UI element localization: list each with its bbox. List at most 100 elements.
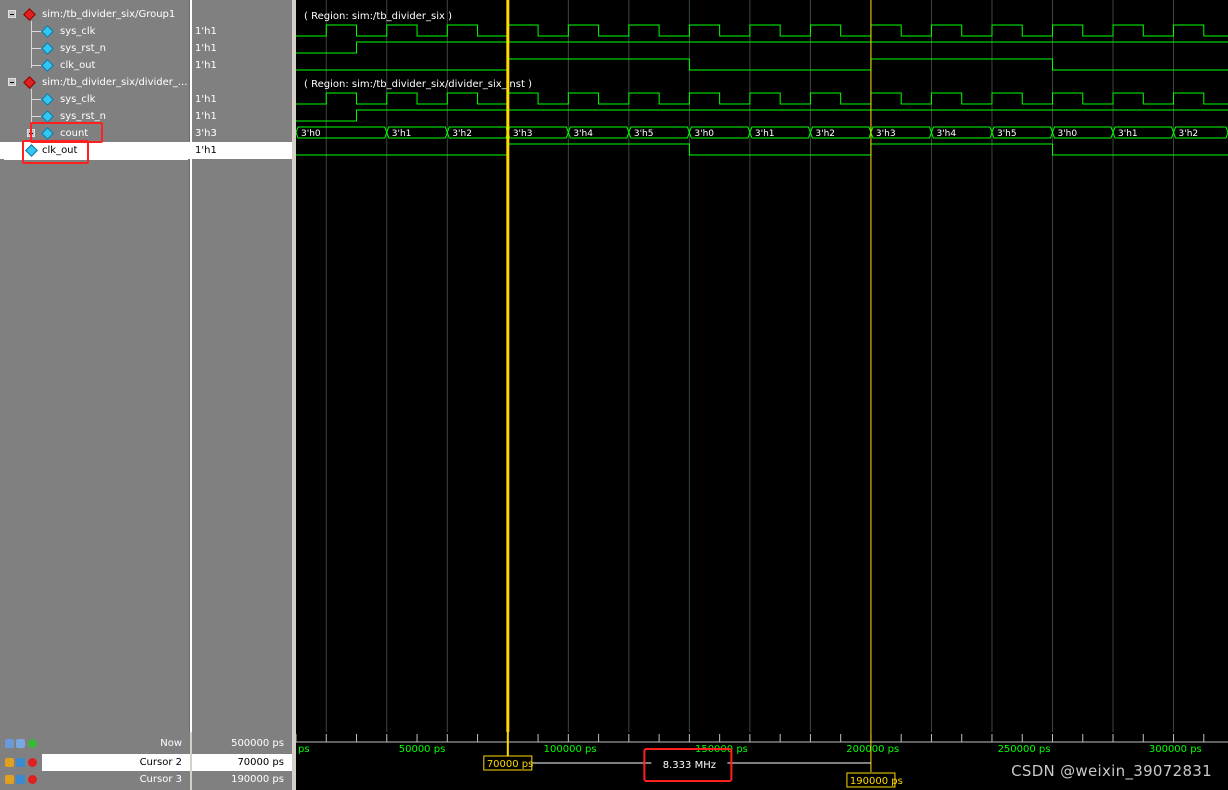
value-cell-selected: 1'h1 [192, 142, 292, 159]
ruler-label: ps [298, 744, 310, 755]
wrench-icon[interactable] [16, 775, 25, 784]
signal-row-sys-rst-n[interactable]: sys_rst_n [0, 40, 190, 57]
waveform-canvas[interactable]: ( Region: sim:/tb_divider_six ) ( Region:… [296, 0, 1228, 732]
tree-connector [31, 31, 41, 32]
value-cell: 3'h3 [192, 125, 292, 142]
cursor-2-tag: 70000 ps [487, 759, 534, 770]
cursor-label: Cursor 3 [139, 774, 182, 785]
bus-value-label: 3'h2 [815, 129, 835, 139]
remove-icon[interactable] [28, 758, 37, 767]
cursor-value: 70000 ps [237, 757, 284, 768]
collapse-toggle-icon[interactable] [8, 10, 16, 18]
cursor-value-now: 500000 ps [192, 735, 292, 752]
signal-diamond-icon [41, 110, 54, 123]
timeline-ruler[interactable]: ps 50000 ps 100000 ps 150000 ps 200000 ps 250… [296, 732, 1228, 790]
signal-diamond-icon [41, 93, 54, 106]
bus-value-label: 3'h3 [513, 129, 533, 139]
wrench-icon[interactable] [16, 758, 25, 767]
wave-icon[interactable] [5, 739, 14, 748]
bus-value-label: 3'h1 [755, 129, 775, 139]
value-text: 1'h1 [195, 60, 217, 71]
cursor-value-column: 500000 ps 70000 ps 190000 ps [192, 732, 292, 790]
bus-value-label: 3'h1 [392, 129, 412, 139]
ruler-label: 100000 ps [544, 744, 597, 755]
cursor-value-2[interactable]: 70000 ps [192, 754, 292, 771]
group-name: sim:/tb_divider_six/Group1 [42, 9, 176, 20]
value-text: 1'h1 [195, 145, 217, 156]
reset-wave [296, 41, 1228, 54]
tree-connector [31, 116, 41, 117]
reset-wave [296, 109, 1228, 122]
frequency-readout: 8.333 MHz [663, 760, 716, 771]
signal-values-pane[interactable]: 1'h1 1'h1 1'h1 1'h1 1'h1 3'h3 1'h1 [192, 0, 292, 732]
remove-icon[interactable] [28, 775, 37, 784]
value-cell: 1'h1 [192, 57, 292, 74]
clk-out-wave [296, 58, 1228, 71]
highlight-box-clk-out [22, 140, 89, 164]
signal-row-sys-clk[interactable]: sys_clk [0, 23, 190, 40]
cursor-value: 500000 ps [231, 738, 284, 749]
group-row-tb[interactable]: sim:/tb_divider_six/Group1 [0, 6, 190, 23]
cursor-panel[interactable]: Now Cursor 2 Cursor 3 500000 ps 70000 ps… [0, 732, 292, 790]
waveform-pane[interactable]: ( Region: sim:/tb_divider_six ) ( Region:… [296, 0, 1228, 732]
signal-names-pane[interactable]: sim:/tb_divider_six/Group1 sys_clk sys_r… [0, 0, 190, 732]
bus-value-label: 3'h4 [936, 129, 956, 139]
lock-icon[interactable] [5, 775, 14, 784]
bus-value-label: 3'h5 [997, 129, 1017, 139]
signal-diamond-icon [41, 59, 54, 72]
cursor-row-3[interactable]: Cursor 3 [0, 771, 190, 788]
cursor-row-now[interactable]: Now [0, 735, 190, 752]
signal-name: clk_out [60, 60, 96, 71]
timeline-canvas[interactable]: ps 50000 ps 100000 ps 150000 ps 200000 ps 250… [296, 732, 1228, 790]
watermark: CSDN @weixin_39072831 [1011, 762, 1212, 780]
region-label: ( Region: sim:/tb_divider_six/divider_si… [304, 79, 532, 90]
bus-value-label: 3'h3 [876, 129, 896, 139]
signal-row-clk-out[interactable]: clk_out [0, 57, 190, 74]
region-label: ( Region: sim:/tb_divider_six ) [304, 11, 452, 22]
signal-name: sys_rst_n [60, 43, 106, 54]
group-name: sim:/tb_divider_six/divider_... [42, 77, 188, 88]
bus-value-label: 3'h1 [1118, 129, 1138, 139]
clock-wave [296, 92, 1228, 105]
value-cell: 1'h1 [192, 108, 292, 125]
bus-value-label: 3'h5 [634, 129, 654, 139]
signal-name: sys_clk [60, 94, 96, 105]
tree-connector [31, 65, 41, 66]
bus-value-label: 3'h0 [301, 129, 321, 139]
bus-value-label: 3'h4 [573, 129, 593, 139]
signal-row-sys-clk-inst[interactable]: sys_clk [0, 91, 190, 108]
lock-icon[interactable] [5, 758, 14, 767]
signal-diamond-icon [41, 25, 54, 38]
value-cell: 1'h1 [192, 40, 292, 57]
cursor-name-column: Now Cursor 2 Cursor 3 [0, 732, 190, 790]
value-text: 3'h3 [195, 128, 217, 139]
cursor-value: 190000 ps [231, 774, 284, 785]
value-text: 1'h1 [195, 43, 217, 54]
add-cursor-icon[interactable] [16, 739, 25, 748]
clk-out-wave [296, 143, 1228, 156]
group-row-inst[interactable]: sim:/tb_divider_six/divider_... [0, 74, 190, 91]
cursor-row-2-label[interactable]: Cursor 2 [42, 754, 190, 771]
ruler-label: 50000 ps [399, 744, 446, 755]
bus-value-label: 3'h0 [1057, 129, 1077, 139]
tree-connector [31, 99, 41, 100]
signal-diamond-icon [41, 42, 54, 55]
ruler-label: 200000 ps [846, 744, 899, 755]
bus-value-label: 3'h0 [694, 129, 714, 139]
value-text: 1'h1 [195, 26, 217, 37]
cursor-value-3[interactable]: 190000 ps [192, 771, 292, 788]
value-cell: 1'h1 [192, 91, 292, 108]
collapse-toggle-icon[interactable] [8, 78, 16, 86]
signal-name: sys_clk [60, 26, 96, 37]
tree-connector [31, 48, 41, 49]
ruler-label: 250000 ps [998, 744, 1051, 755]
value-text: 1'h1 [195, 94, 217, 105]
cursor-label: Now [160, 738, 182, 749]
ruler-label: 300000 ps [1149, 744, 1202, 755]
bus-value-label: 3'h2 [1179, 129, 1199, 139]
value-cell: 1'h1 [192, 23, 292, 40]
value-text: 1'h1 [195, 111, 217, 122]
cursor-3-tag: 190000 ps [850, 776, 903, 787]
plus-icon[interactable] [28, 739, 37, 748]
clock-wave [296, 24, 1228, 37]
